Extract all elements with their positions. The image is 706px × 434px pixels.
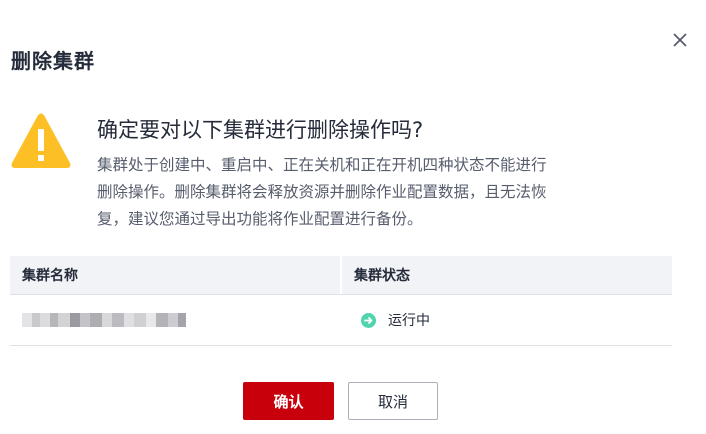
cluster-table: 集群名称 集群状态 运行中 bbox=[10, 256, 672, 346]
confirm-question: 确定要对以下集群进行删除操作吗? bbox=[97, 118, 424, 142]
description-line: 复，建议您通过导出功能将作业配置进行备份。 bbox=[97, 210, 423, 228]
status-cell: 运行中 bbox=[353, 310, 672, 330]
column-header-name: 集群名称 bbox=[22, 268, 78, 284]
delete-cluster-dialog: 删除集群 确定要对以下集群进行删除操作吗? 集群处于创建中、重启中、正在关机和正… bbox=[0, 0, 706, 434]
close-icon[interactable] bbox=[668, 28, 692, 52]
running-arrow-icon bbox=[361, 312, 376, 328]
confirm-button[interactable]: 确认 bbox=[243, 382, 334, 420]
warning-triangle-icon bbox=[10, 112, 72, 170]
status-text: 运行中 bbox=[388, 313, 430, 329]
table-row: 运行中 bbox=[10, 295, 672, 346]
warning-description: 集群处于创建中、重启中、正在关机和正在开机四种状态不能进行 删除操作。删除集群将… bbox=[97, 152, 672, 233]
description-line: 删除操作。删除集群将会释放资源并删除作业配置数据，且无法恢 bbox=[97, 183, 547, 201]
cancel-button[interactable]: 取消 bbox=[348, 382, 438, 420]
dialog-title: 删除集群 bbox=[11, 49, 95, 73]
description-line: 集群处于创建中、重启中、正在关机和正在开机四种状态不能进行 bbox=[97, 156, 547, 174]
cluster-name-redacted bbox=[22, 313, 340, 327]
column-header-status: 集群状态 bbox=[354, 268, 410, 284]
table-header: 集群名称 集群状态 bbox=[10, 256, 672, 295]
